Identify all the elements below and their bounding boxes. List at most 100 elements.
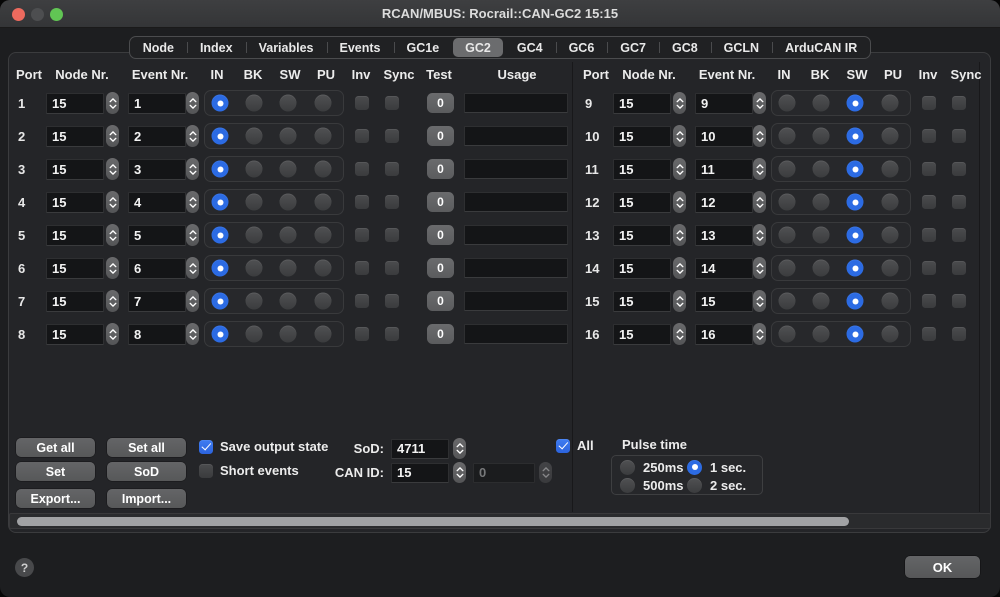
radio-bk[interactable]: [813, 293, 830, 310]
node-nr-input[interactable]: [613, 126, 671, 147]
sync-checkbox[interactable]: [952, 162, 966, 176]
radio-2sec[interactable]: [687, 478, 702, 493]
radio-sw[interactable]: [847, 293, 864, 310]
tab[interactable]: GC2: [453, 38, 503, 57]
event-nr-input[interactable]: [128, 324, 186, 345]
tab[interactable]: GC7: [607, 37, 659, 58]
sync-checkbox[interactable]: [385, 261, 399, 275]
radio-500ms[interactable]: [620, 478, 635, 493]
sync-checkbox[interactable]: [385, 195, 399, 209]
tab[interactable]: GC8: [659, 37, 711, 58]
ok-button[interactable]: OK: [905, 556, 980, 578]
radio-pu[interactable]: [882, 161, 899, 178]
node-nr-stepper[interactable]: [106, 191, 119, 213]
inv-checkbox[interactable]: [355, 261, 369, 275]
node-nr-input[interactable]: [613, 258, 671, 279]
radio-pu[interactable]: [882, 95, 899, 112]
inv-checkbox[interactable]: [355, 327, 369, 341]
test-button[interactable]: 0: [427, 291, 454, 311]
tab[interactable]: ArduCAN IR: [772, 37, 870, 58]
can-id-stepper[interactable]: [453, 462, 466, 483]
radio-bk[interactable]: [246, 293, 263, 310]
usage-input[interactable]: [464, 126, 568, 146]
radio-bk[interactable]: [246, 194, 263, 211]
tab[interactable]: Index: [187, 37, 246, 58]
radio-pu[interactable]: [315, 161, 332, 178]
event-nr-input[interactable]: [128, 225, 186, 246]
help-button[interactable]: ?: [15, 558, 34, 577]
node-nr-stepper[interactable]: [106, 125, 119, 147]
radio-bk[interactable]: [246, 326, 263, 343]
pulse-option-250ms[interactable]: 250ms: [620, 458, 687, 476]
radio-in[interactable]: [779, 227, 796, 244]
inv-checkbox[interactable]: [922, 162, 936, 176]
import-button[interactable]: Import...: [107, 489, 186, 508]
tab[interactable]: GC4: [504, 37, 556, 58]
event-nr-stepper[interactable]: [753, 290, 766, 312]
short-events-checkbox[interactable]: [199, 464, 213, 478]
radio-pu[interactable]: [315, 194, 332, 211]
usage-input[interactable]: [464, 159, 568, 179]
radio-1sec[interactable]: [687, 460, 702, 475]
radio-in[interactable]: [779, 128, 796, 145]
sod-input[interactable]: [391, 439, 449, 459]
inv-checkbox[interactable]: [355, 294, 369, 308]
event-nr-stepper[interactable]: [186, 158, 199, 180]
tab[interactable]: GC6: [556, 37, 608, 58]
test-button[interactable]: 0: [427, 93, 454, 113]
all-checkbox[interactable]: [556, 439, 570, 453]
tab[interactable]: Node: [130, 37, 187, 58]
radio-sw[interactable]: [847, 326, 864, 343]
node-nr-input[interactable]: [46, 291, 104, 312]
node-nr-stepper[interactable]: [673, 224, 686, 246]
radio-pu[interactable]: [315, 95, 332, 112]
node-nr-stepper[interactable]: [106, 290, 119, 312]
node-nr-input[interactable]: [613, 225, 671, 246]
event-nr-stepper[interactable]: [753, 92, 766, 114]
radio-sw[interactable]: [847, 95, 864, 112]
event-nr-input[interactable]: [128, 126, 186, 147]
inv-checkbox[interactable]: [922, 327, 936, 341]
inv-checkbox[interactable]: [355, 162, 369, 176]
node-nr-input[interactable]: [46, 258, 104, 279]
node-nr-input[interactable]: [46, 126, 104, 147]
radio-pu[interactable]: [315, 326, 332, 343]
set-button[interactable]: Set: [16, 462, 95, 481]
event-nr-input[interactable]: [128, 291, 186, 312]
radio-in[interactable]: [212, 227, 229, 244]
radio-bk[interactable]: [813, 227, 830, 244]
sync-checkbox[interactable]: [385, 162, 399, 176]
tab[interactable]: Variables: [246, 37, 327, 58]
export-button[interactable]: Export...: [16, 489, 95, 508]
event-nr-input[interactable]: [128, 93, 186, 114]
set-all-button[interactable]: Set all: [107, 438, 186, 457]
event-nr-stepper[interactable]: [186, 323, 199, 345]
node-nr-stepper[interactable]: [673, 290, 686, 312]
radio-pu[interactable]: [882, 128, 899, 145]
usage-input[interactable]: [464, 93, 568, 113]
event-nr-stepper[interactable]: [186, 191, 199, 213]
radio-sw[interactable]: [280, 161, 297, 178]
sync-checkbox[interactable]: [385, 228, 399, 242]
radio-250ms[interactable]: [620, 460, 635, 475]
radio-bk[interactable]: [813, 95, 830, 112]
node-nr-input[interactable]: [613, 291, 671, 312]
radio-sw[interactable]: [280, 128, 297, 145]
radio-bk[interactable]: [246, 95, 263, 112]
event-nr-input[interactable]: [695, 159, 753, 180]
event-nr-input[interactable]: [695, 126, 753, 147]
can-id-input[interactable]: [391, 463, 449, 483]
radio-pu[interactable]: [315, 128, 332, 145]
radio-sw[interactable]: [280, 194, 297, 211]
radio-in[interactable]: [212, 326, 229, 343]
radio-sw[interactable]: [847, 260, 864, 277]
event-nr-input[interactable]: [128, 159, 186, 180]
inv-checkbox[interactable]: [355, 195, 369, 209]
node-nr-stepper[interactable]: [673, 323, 686, 345]
test-button[interactable]: 0: [427, 159, 454, 179]
radio-sw[interactable]: [280, 227, 297, 244]
radio-sw[interactable]: [280, 293, 297, 310]
node-nr-stepper[interactable]: [673, 191, 686, 213]
radio-in[interactable]: [779, 95, 796, 112]
test-button[interactable]: 0: [427, 324, 454, 344]
